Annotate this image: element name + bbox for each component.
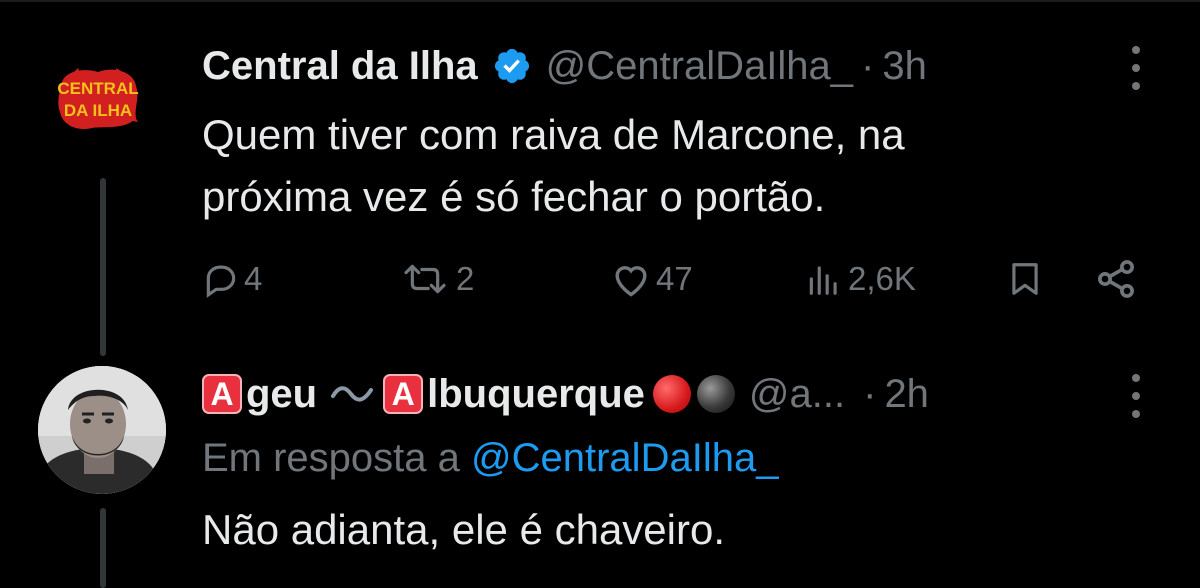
share-button[interactable]	[1094, 254, 1138, 304]
tweet-text-line: Quem tiver com raiva de Marcone, na	[202, 111, 905, 158]
like-count: 47	[656, 260, 693, 297]
retweet-button[interactable]: 2	[398, 254, 474, 304]
letter-a-emoji-icon: A	[383, 374, 424, 414]
tweet-text: Quem tiver com raiva de Marcone, na próx…	[202, 104, 1102, 228]
tweet-actions: 4 2 47 2,6K	[0, 254, 1200, 304]
reply-avatar[interactable]	[38, 366, 166, 494]
analytics-icon	[809, 266, 837, 295]
reply-count: 4	[244, 260, 263, 297]
reply-more-options-icon[interactable]	[1131, 374, 1141, 418]
header-separator: ·	[861, 43, 875, 88]
logo-text-line2: DA ILHA	[64, 101, 132, 120]
author-avatar-logo[interactable]: CENTRAL DA ILHA	[56, 64, 140, 132]
wavy-dash-icon	[331, 386, 374, 402]
logo-text-line1: CENTRAL	[57, 79, 138, 98]
tweet-text-line: próxima vez é só fechar o portão.	[202, 173, 826, 220]
top-divider	[0, 0, 1200, 2]
red-circle-icon	[652, 375, 691, 413]
bookmark-icon	[1012, 263, 1038, 295]
views-button[interactable]: 2,6K	[804, 254, 916, 304]
retweet-icon	[404, 264, 446, 294]
replying-to-prefix: Em resposta a	[202, 436, 460, 480]
reply-handle[interactable]: @a...	[749, 372, 845, 417]
verified-badge-icon	[494, 48, 529, 84]
reply-button[interactable]: 4	[202, 254, 262, 304]
bookmark-button[interactable]	[1006, 254, 1044, 304]
heart-icon	[615, 266, 647, 297]
author-handle[interactable]: @CentralDaIlha_	[546, 44, 853, 89]
author-name[interactable]: Central da Ilha	[202, 44, 478, 89]
replying-to: Em resposta a @CentralDaIlha_	[202, 436, 778, 481]
black-circle-icon	[696, 375, 735, 413]
reply-name-part2[interactable]: lbuquerque	[427, 372, 645, 417]
reply-time[interactable]: 2h	[884, 372, 929, 417]
reply-name-part1[interactable]: geu	[246, 372, 317, 417]
reply-thread-line	[100, 508, 106, 588]
like-button[interactable]: 47	[610, 254, 693, 304]
reply-header: A geu A lbuquerque @a... · 2h	[202, 366, 929, 422]
share-icon	[1098, 260, 1134, 298]
tweet-time[interactable]: 3h	[882, 44, 927, 89]
views-count: 2,6K	[848, 260, 916, 297]
more-options-icon[interactable]	[1131, 46, 1141, 90]
letter-a-emoji-icon: A	[202, 374, 242, 414]
reply-icon	[206, 265, 236, 298]
reply-header-separator: ·	[863, 371, 877, 416]
reply-text: Não adianta, ele é chaveiro.	[202, 506, 726, 553]
tweet-header: Central da Ilha @CentralDaIlha_ · 3h	[202, 38, 927, 94]
replying-to-mention[interactable]: @CentralDaIlha_	[471, 436, 778, 480]
retweet-count: 2	[456, 260, 475, 297]
